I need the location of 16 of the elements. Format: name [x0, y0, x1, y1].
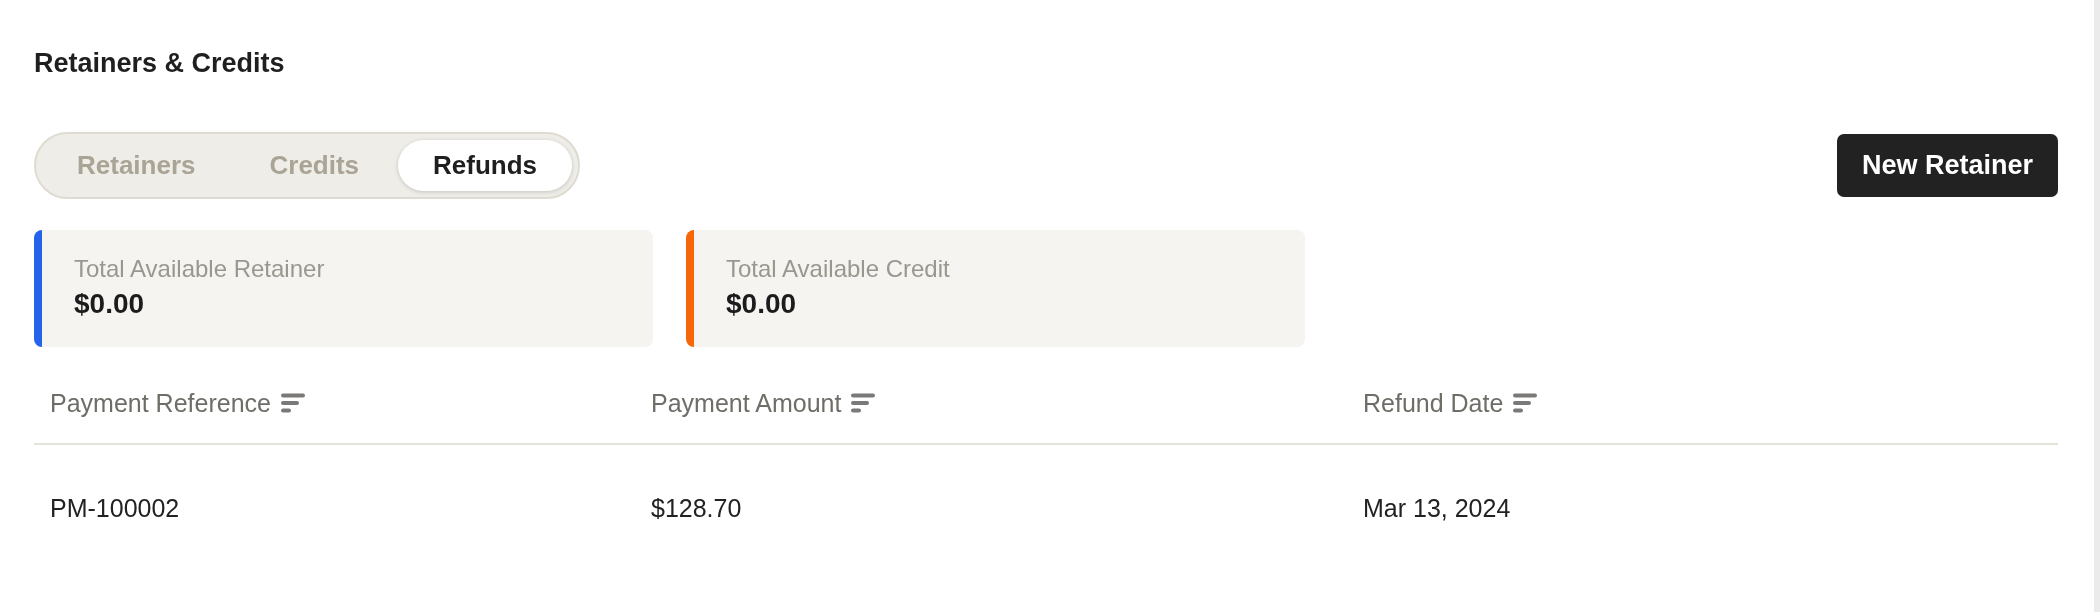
column-header: Payment Reference [50, 388, 271, 418]
tab[interactable]: Refunds [398, 140, 573, 191]
sort-icon[interactable] [280, 393, 305, 413]
table-cell: PM-100002 [50, 493, 180, 523]
sort-icon[interactable] [1513, 393, 1538, 413]
table-cell: $128.70 [651, 493, 742, 523]
card-label: Total Available Retainer [74, 254, 325, 283]
sort-icon[interactable] [851, 393, 876, 413]
table-cell: Mar 13, 2024 [1363, 493, 1511, 523]
column-header: Refund Date [1363, 388, 1504, 418]
new-retainer-button[interactable]: New Retainer [1836, 134, 2058, 197]
card-value: $0.00 [726, 287, 797, 321]
card-value: $0.00 [74, 287, 145, 321]
card-label: Total Available Credit [726, 254, 950, 283]
column-header: Payment Amount [651, 388, 842, 418]
page-title: Retainers & Credits [34, 47, 285, 80]
